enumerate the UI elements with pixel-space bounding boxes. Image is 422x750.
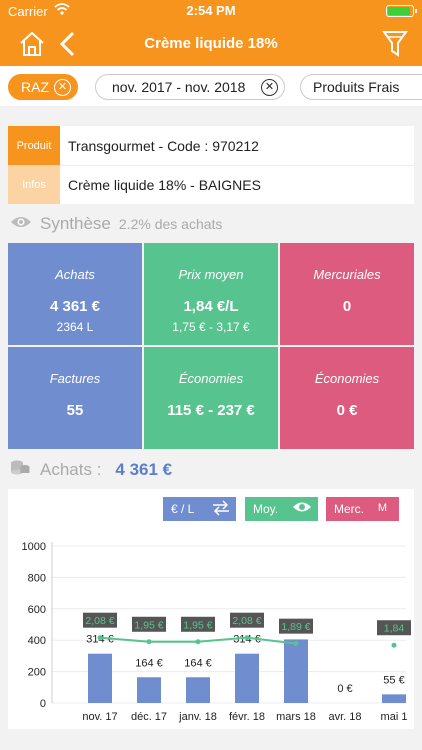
avg-price-label: 2,08 €: [232, 615, 261, 627]
avg-price-label: 2,08 €: [85, 615, 114, 627]
y-tick-label: 200: [28, 667, 46, 679]
tile-value: 0 €: [336, 402, 358, 419]
chart-bar: [235, 653, 259, 703]
tile-value: 115 € - 237 €: [167, 402, 255, 419]
bar-value-label: 55 €: [383, 674, 404, 686]
chart-bar: [137, 677, 161, 703]
bar-value-label: 0 €: [337, 683, 352, 695]
y-tick-label: 1000: [22, 541, 46, 553]
category-label: Produits Frais: [313, 79, 400, 95]
tile-sub: 1,75 € - 3,17 €: [172, 320, 250, 334]
synthese-heading: Synthèse 2.2% des achats: [10, 214, 222, 234]
synthese-subtitle: 2.2% des achats: [118, 216, 223, 232]
avg-price-point: [391, 642, 397, 648]
tile-title: Factures: [49, 371, 101, 386]
tile-title: Mercuriales: [313, 267, 381, 282]
raz-chip[interactable]: RAZ ✕: [8, 74, 78, 100]
tile-factures[interactable]: Factures 55: [8, 347, 142, 449]
period-label: nov. 2017 - nov. 2018: [112, 79, 246, 95]
close-icon[interactable]: ✕: [54, 79, 71, 96]
coins-icon: [10, 459, 30, 480]
tile-achats[interactable]: Achats 4 361 € 2364 L: [8, 243, 142, 345]
x-tick-label: janv. 18: [178, 711, 217, 723]
achats-total: 4 361 €: [115, 460, 173, 479]
achats-heading: Achats : 4 361 €: [10, 459, 172, 480]
tile-title: Achats: [55, 267, 95, 282]
synthese-title: Synthèse: [40, 214, 111, 233]
tile-economies[interactable]: Économies 115 € - 237 €: [144, 347, 278, 449]
avg-price-point: [244, 635, 250, 641]
tile-sub: 2364 L: [56, 320, 94, 334]
filter-bar: RAZ ✕ nov. 2017 - nov. 2018 ✕ Produits F…: [0, 66, 422, 106]
y-tick-label: 800: [28, 572, 46, 584]
chart-card: € / L Moy. Merc. M 1000 800 600 400 200 0 314 …: [8, 489, 414, 729]
tile-economies-merc[interactable]: Économies 0 €: [280, 347, 414, 449]
avg-price-label: 1,84: [384, 623, 405, 635]
achats-bar-chart: 10008006004002000314 €nov. 17164 €déc. 1…: [22, 541, 411, 723]
achats-title: Achats :: [40, 460, 102, 479]
y-tick-label: 400: [28, 635, 46, 647]
avg-price-point: [195, 639, 201, 645]
x-tick-label: mai 1: [381, 711, 408, 723]
avg-price-label: 1,95 €: [134, 619, 163, 631]
close-icon[interactable]: ✕: [261, 79, 278, 96]
x-tick-label: mars 18: [276, 711, 316, 723]
tile-title: Prix moyen: [178, 267, 244, 282]
bar-value-label: 164 €: [184, 657, 212, 669]
x-tick-label: avr. 18: [328, 711, 361, 723]
tile-title: Économies: [314, 371, 380, 386]
tile-value: 4 361 €: [49, 298, 101, 315]
battery-icon: [386, 5, 417, 17]
avg-price-point: [97, 635, 103, 641]
page-title: Crème liquide 18%: [144, 35, 278, 52]
nav-bar: Crème liquide 18%: [0, 22, 422, 66]
x-tick-label: déc. 17: [131, 711, 167, 723]
tile-value: 1,84 €/L: [183, 298, 239, 315]
produit-value: Transgourmet - Code : 970212: [68, 138, 259, 154]
period-chip[interactable]: nov. 2017 - nov. 2018 ✕: [95, 74, 285, 100]
infos-value: Crème liquide 18% - BAIGNES: [68, 177, 261, 193]
tile-title: Économies: [178, 371, 244, 386]
x-tick-label: nov. 17: [82, 711, 117, 723]
tile-mercuriales[interactable]: Mercuriales 0: [280, 243, 414, 345]
tile-value: 0: [342, 298, 352, 315]
raz-label: RAZ: [21, 79, 49, 95]
x-tick-label: févr. 18: [229, 711, 265, 723]
y-tick-label: 600: [28, 604, 46, 616]
avg-price-point: [146, 639, 152, 645]
avg-price-point: [293, 641, 299, 647]
bar-value-label: 164 €: [135, 657, 163, 669]
tile-prix-moyen[interactable]: Prix moyen 1,84 €/L 1,75 € - 3,17 €: [144, 243, 278, 345]
status-time: 2:54 PM: [186, 3, 236, 18]
avg-price-label: 1,95 €: [183, 619, 212, 631]
chart-bar: [88, 653, 112, 703]
product-info-card: Produit Transgourmet - Code : 970212 Inf…: [8, 126, 414, 204]
divider: [60, 165, 414, 166]
filter-funnel-icon[interactable]: [382, 29, 408, 59]
avg-price-label: 1,89 €: [281, 621, 310, 633]
y-tick-label: 0: [40, 698, 46, 710]
chart-bar: [284, 639, 308, 703]
infos-tag: Infos: [8, 165, 60, 204]
eye-icon: [10, 214, 32, 234]
chart-bar: [382, 694, 406, 703]
produit-tag: Produit: [8, 126, 60, 165]
category-chip[interactable]: Produits Frais: [300, 74, 422, 100]
status-bar: Carrier 2:54 PM: [0, 0, 422, 22]
tile-value: 55: [66, 402, 84, 419]
chart-bar: [186, 677, 210, 703]
